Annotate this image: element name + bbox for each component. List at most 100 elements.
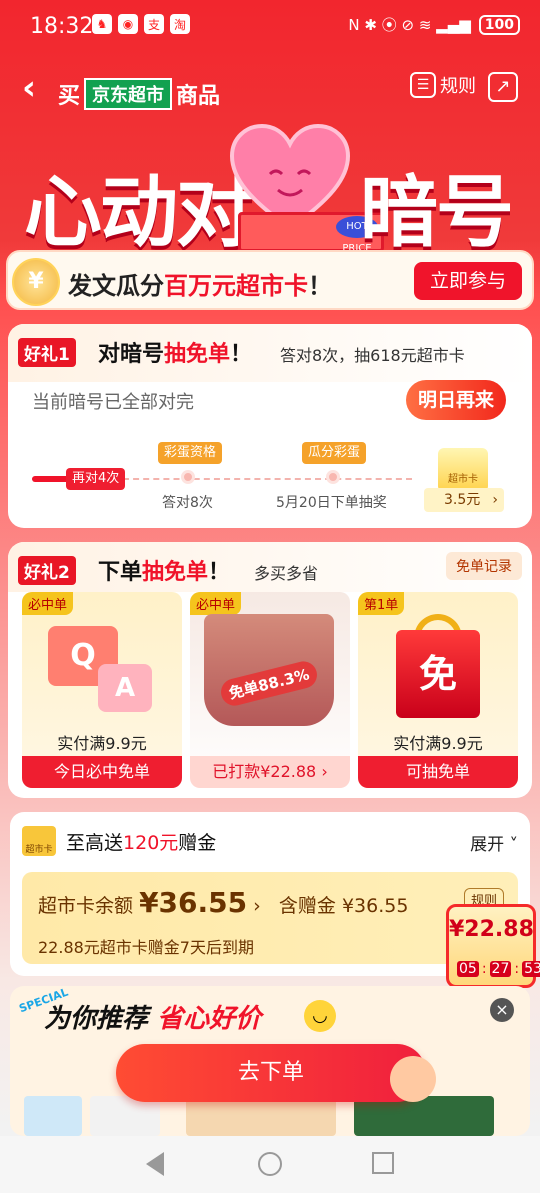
step-dot-2 (326, 470, 340, 484)
bonus-value: ¥36.55 (341, 895, 409, 917)
countdown-hours: 05 (457, 961, 479, 977)
alipay-icon: 支 (144, 14, 164, 34)
gift1-note: 当前暗号已全部对完 (32, 392, 194, 413)
nav-recents-icon[interactable] (372, 1152, 394, 1174)
join-text-highlight: 百万元超市卡 (164, 272, 308, 300)
system-icons: N ✱ ⦿ ⊘ ≋ ▂▄▆ 100 (348, 14, 520, 35)
supermarket-card-icon: 超市卡 (22, 826, 56, 856)
prize-button-1[interactable]: 今日必中免单 (22, 756, 182, 788)
prize-tag-1: 必中单 (22, 592, 74, 615)
back-icon[interactable]: ‹ (22, 68, 36, 108)
card-price: 3.5元 (444, 492, 481, 508)
expand-toggle[interactable]: 展开 ˅ (470, 830, 518, 855)
recommend-title: 为你推荐 省心好价 (44, 998, 261, 1035)
card-mini-label: 超市卡 (448, 474, 478, 485)
page-header: ‹ 买 京东超市 商品 ☰ 规则 ↗ (0, 60, 540, 120)
prize-button-3[interactable]: 可抽免单 (358, 756, 518, 788)
expire-note: 22.88元超市卡赠金7天后到期 (38, 938, 254, 957)
step-pill-1: 彩蛋资格 (158, 442, 223, 464)
banner-title-left: 心动对 (24, 168, 254, 258)
countdown-seconds: 53 (522, 961, 540, 977)
notification-icons: ♞ ◉ 支 淘 (92, 14, 190, 34)
prize-pay-1: 实付满9.9元 (57, 734, 147, 753)
recommend-title-prefix: 为你推荐 (44, 1004, 149, 1034)
bonus-title-amount: 120元 (123, 832, 179, 854)
balance-label: 超市卡余额 (38, 895, 134, 917)
supermarket-card-icon: 超市卡 (438, 448, 488, 492)
countdown-sep: : (514, 961, 520, 977)
hero-banner: 心动对 HOT PRICE 暗号 (0, 120, 540, 258)
prize-card-2[interactable]: 必中单 免单88.3% 已打款¥22.88 › (190, 592, 350, 788)
prize-card-1[interactable]: 必中单 Q A 实付满9.9元 今日必中免单 (22, 592, 182, 788)
nav-home-icon[interactable] (258, 1152, 282, 1176)
join-now-button[interactable]: 立即参与 (414, 262, 522, 300)
step-pill-2: 瓜分彩蛋 (302, 442, 367, 464)
coin-icon: ¥ (12, 258, 60, 306)
recommend-section: SPECIAL 为你推荐 省心好价 ◡ × 去下单 (10, 986, 530, 1136)
come-back-tomorrow-button[interactable]: 明日再来 (406, 380, 506, 420)
share-icon[interactable]: ↗ (488, 72, 518, 102)
bonus-title-prefix: 至高送 (66, 832, 124, 854)
rules-button[interactable]: ☰ 规则 (410, 72, 476, 98)
status-bar: 18:32 ♞ ◉ 支 淘 N ✱ ⦿ ⊘ ≋ ▂▄▆ 100 (0, 0, 540, 52)
join-text-suffix: ！ (308, 272, 332, 300)
step-dot-1 (181, 470, 195, 484)
clock: 18:32 (30, 14, 94, 39)
dingtalk-icon: ◉ (118, 14, 138, 34)
bonus-title: 至高送120元赠金 (66, 828, 216, 855)
store-badge: 京东超市 (84, 78, 173, 110)
join-text: 发文瓜分百万元超市卡！ (68, 266, 332, 301)
product-thumb-1[interactable] (24, 1096, 82, 1136)
countdown-sep: : (481, 961, 487, 977)
progress-pill: 再对4次 (66, 468, 126, 490)
rules-label: 规则 (440, 76, 476, 97)
balance-value: ¥36.55 (139, 886, 248, 919)
product-thumb-4[interactable] (354, 1096, 494, 1136)
gift1-subtitle: 答对8次，抽618元超市卡 (280, 346, 465, 365)
refund-amount: ¥22.88 (449, 917, 534, 942)
place-order-button[interactable]: 去下单 (116, 1044, 426, 1102)
battery-icon: 100 (478, 14, 520, 35)
gift1-tag: 好礼1 (18, 338, 76, 367)
smile-icon: ◡ (304, 1000, 336, 1032)
taobao-icon: 淘 (170, 14, 190, 34)
answer-icon: A (98, 664, 152, 712)
system-nav-bar (0, 1136, 540, 1193)
prize-card-3[interactable]: 第1单 免 实付满9.9元 可抽免单 (358, 592, 518, 788)
prize-pay-3: 实付满9.9元 (393, 734, 483, 753)
gift2-tag: 好礼2 (18, 556, 76, 585)
gift1-title-prefix: 对暗号 (98, 342, 165, 367)
pointing-hand-icon (390, 1056, 436, 1102)
prize-button-2[interactable]: 已打款¥22.88 › (190, 756, 350, 788)
gift1-title-suffix: ！ (230, 342, 253, 367)
gift1-card: 好礼1 对暗号抽免单！ 答对8次，抽618元超市卡 当前暗号已全部对完 明日再来… (8, 324, 532, 528)
bonus-label: 含赠金 (278, 895, 336, 917)
banner-title-right: 暗号 (360, 168, 514, 258)
gift2-title-prefix: 下单 (98, 560, 143, 585)
chevron-right-icon: › (253, 895, 261, 917)
prize-tag-3: 第1单 (358, 592, 405, 615)
gift2-title-highlight: 抽免单 (142, 560, 209, 585)
product-thumb-3[interactable] (186, 1096, 336, 1136)
floating-refund-widget[interactable]: ¥22.88 05 : 27 : 53 (446, 904, 540, 988)
gift1-title-highlight: 抽免单 (164, 342, 231, 367)
free-bag-icon: 免 (396, 630, 480, 718)
gift2-subtitle: 多买多省 (254, 564, 319, 583)
nav-back-icon[interactable] (146, 1152, 164, 1176)
gift2-title: 下单抽免单！ (98, 554, 230, 586)
gift1-title: 对暗号抽免单！ (98, 336, 252, 368)
card-price-tag[interactable]: 3.5元 › (424, 488, 504, 512)
rules-icon: ☰ (410, 72, 436, 98)
balance-line: 超市卡余额 ¥36.55 › 含赠金 ¥36.55 (38, 886, 408, 919)
chevron-right-icon: › (492, 492, 498, 508)
join-banner[interactable]: ¥ 发文瓜分百万元超市卡！ 立即参与 (6, 250, 534, 310)
goods-label: 商品 (176, 84, 221, 109)
page-title: 买 京东超市 商品 (58, 78, 220, 110)
sc-icon-label: 超市卡 (25, 845, 53, 855)
bonus-title-suffix: 赠金 (178, 832, 217, 854)
close-icon[interactable]: × (490, 998, 514, 1022)
balance-box[interactable]: 超市卡余额 ¥36.55 › 含赠金 ¥36.55 规则 22.88元超市卡赠金… (22, 872, 518, 964)
countdown: 05 : 27 : 53 (457, 961, 540, 977)
free-order-record-button[interactable]: 免单记录 (446, 552, 522, 580)
product-thumb-2[interactable] (90, 1096, 160, 1136)
